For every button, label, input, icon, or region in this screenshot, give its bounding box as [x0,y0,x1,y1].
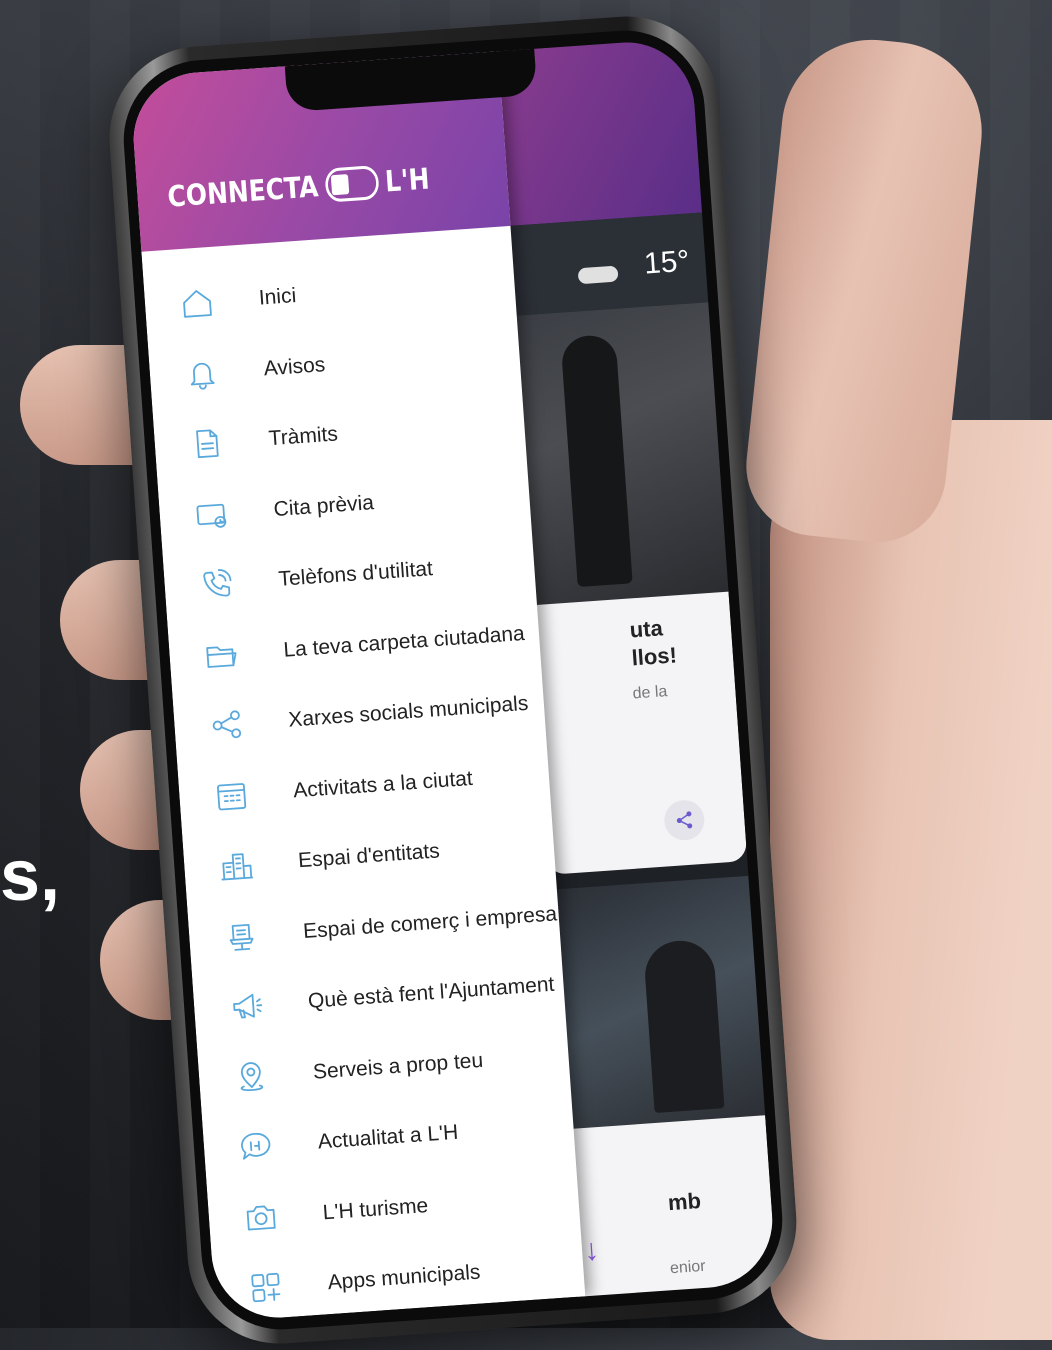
menu-item-label: Què està fent l'Ajuntament [307,972,556,1014]
phone-icon [195,563,238,606]
buildings-icon [215,844,258,887]
background-text: s, [0,836,61,916]
phone-device: 15° uta llos! de la mb enior CONNECTA L'… [103,10,803,1350]
menu-item-label: Apps municipals [326,1260,482,1295]
menu-item-label: Activitats a la ciutat [292,766,474,803]
news-card-subtitle: enior [669,1257,707,1278]
drawer-menu: Inici Avisos Tràmits Cita prèvia Telèfon… [141,226,585,1322]
news-card-subtitle: de la [632,683,668,703]
home-icon [176,282,219,325]
menu-item-label: L'H turisme [322,1193,429,1225]
phone-screen: 15° uta llos! de la mb enior CONNECTA L'… [129,37,777,1323]
megaphone-icon [225,985,268,1028]
menu-item-label: La teva carpeta ciutadana [282,621,526,662]
menu-item-label: Espai d'entitats [297,839,441,873]
calendar-clock-icon [190,493,233,536]
bell-icon [181,352,224,395]
logo-text-left: CONNECTA [166,169,320,214]
photo-person [642,938,725,1113]
menu-item-label: Actualitat a L'H [317,1121,459,1154]
menu-item-label: Xarxes socials municipals [287,692,530,732]
shop-icon [220,915,263,958]
toggle-logo-icon [323,165,380,203]
app-logo: CONNECTA L'H [166,161,430,213]
menu-item-label: Espai de comerç i empresa [302,902,558,943]
menu-item-label: Avisos [263,352,326,381]
menu-item-label: Inici [258,284,297,310]
document-icon [186,422,229,465]
weather-temperature: 15° [642,244,691,281]
menu-item-label: Tràmits [267,422,339,451]
cloud-icon [577,265,619,285]
menu-item-label: Cita prèvia [272,490,375,521]
camera-icon [240,1196,283,1239]
share-icon [205,704,248,747]
hand-palm [770,420,1052,1340]
news-card-title: uta llos! [628,615,678,671]
menu-item-label: Telèfons d'utilitat [277,557,434,592]
chat-icon [235,1126,278,1169]
calendar-icon [210,774,253,817]
folder-icon [200,633,243,676]
scroll-down-arrow-icon[interactable]: ↓ [583,1233,600,1268]
location-icon [230,1055,273,1098]
news-card-title: mb [667,1188,702,1216]
logo-text-right: L'H [383,161,431,199]
menu-item-label: Serveis a prop teu [312,1048,484,1084]
apps-grid-icon [245,1266,288,1309]
